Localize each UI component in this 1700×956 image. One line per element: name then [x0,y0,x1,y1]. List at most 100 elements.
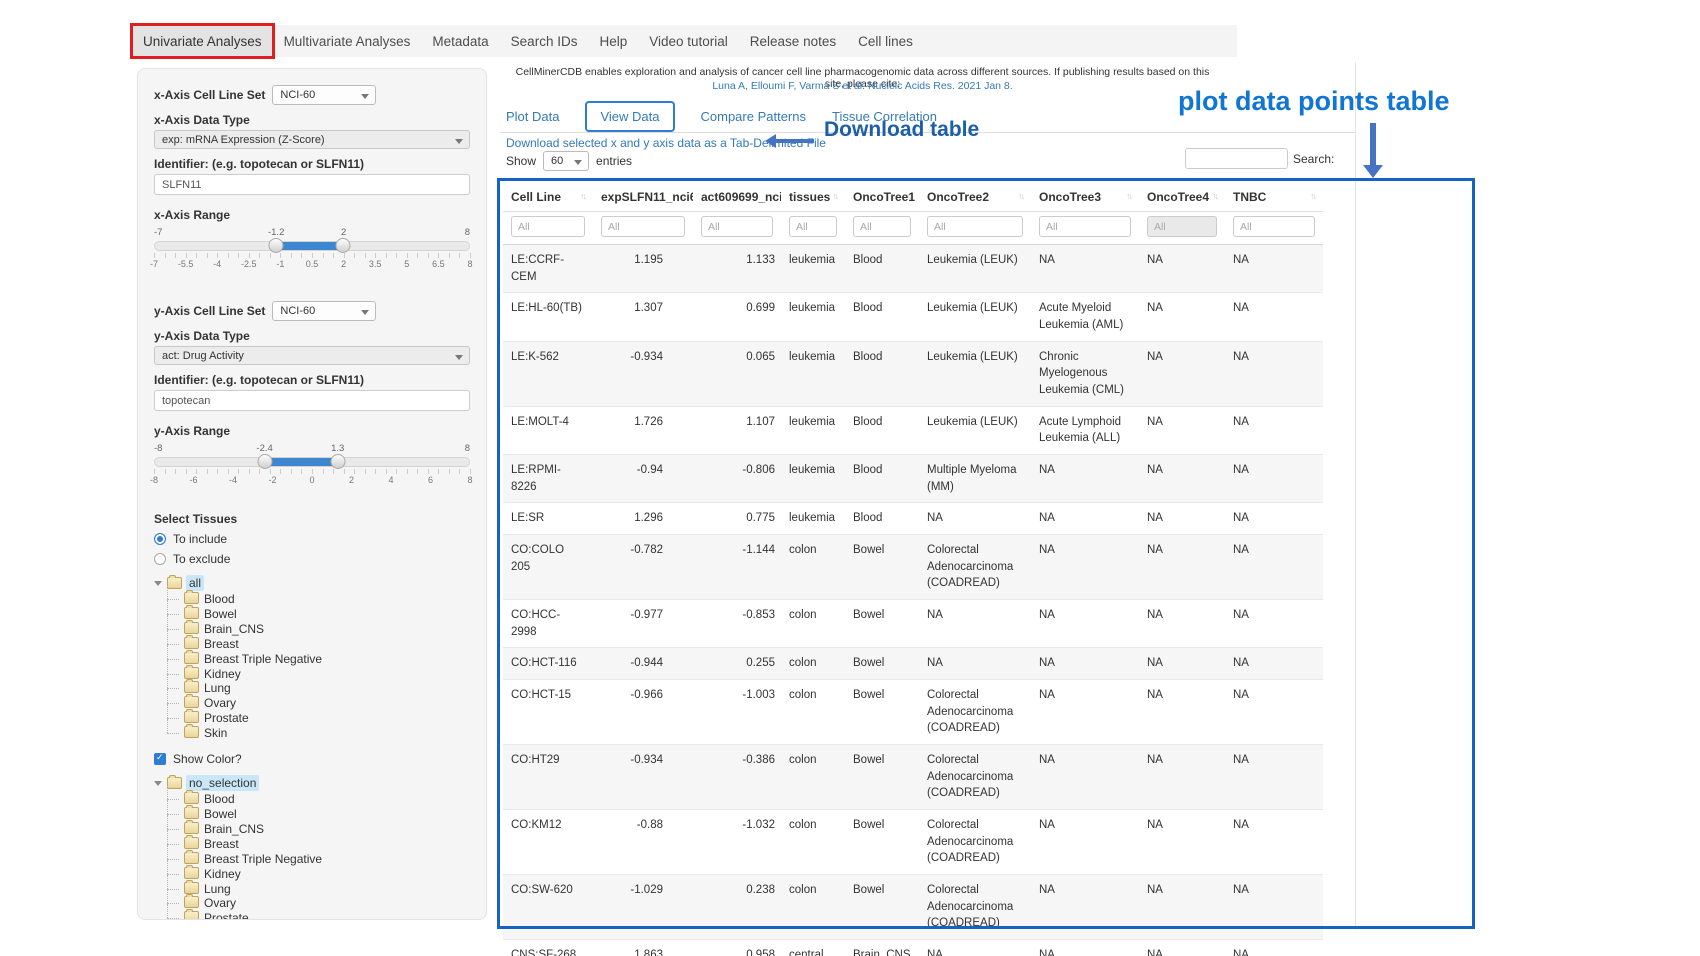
x-axis-data-type-select[interactable]: exp: mRNA Expression (Z-Score) [154,130,470,149]
cell: -1.029 [593,875,693,940]
table-row-le-hl-60-tb[interactable]: LE:HL-60(TB)1.3070.699leukemiaBloodLeuke… [503,293,1323,341]
nav-tab-help[interactable]: Help [588,25,638,57]
column-header-tnbc[interactable]: ↑↓TNBC [1225,181,1323,212]
tree-item-bowel[interactable]: Bowel [167,607,470,622]
filter-input-tissues[interactable] [789,216,837,237]
tree-item-prostate[interactable]: Prostate [167,911,470,920]
tree-item-breast[interactable]: Breast [167,637,470,652]
y-axis-cell-line-set-select[interactable]: NCI-60 [272,301,376,321]
table-row-le-molt-4[interactable]: LE:MOLT-41.7261.107leukemiaBloodLeukemia… [503,406,1323,454]
y-axis-range-slider[interactable]: -8 -2.4 1.3 8 -8-6-4-202468 [154,443,470,491]
tree-item-kidney[interactable]: Kidney [167,867,470,882]
tree-item-brain-cns[interactable]: Brain_CNS [167,622,470,637]
cell: leukemia [781,503,845,535]
column-header-expslfn11-nci60[interactable]: ↑↓expSLFN11_nci60 [593,181,693,212]
cell: -0.806 [693,455,781,503]
table-row-co-hct-116[interactable]: CO:HCT-116-0.9440.255colonBowelNANANANA [503,648,1323,680]
column-header-oncotree2[interactable]: ↑↓OncoTree2 [919,181,1031,212]
expand-icon[interactable] [154,781,162,786]
slider-track[interactable] [154,241,470,251]
filter-input-tnbc[interactable] [1233,216,1315,237]
tree-item-ovary[interactable]: Ovary [167,696,470,711]
table-row-co-hcc-2998[interactable]: CO:HCC-2998-0.977-0.853colonBowelNANANAN… [503,600,1323,648]
x-axis-cell-line-set-select[interactable]: NCI-60 [272,85,376,105]
column-header-oncotree1[interactable]: ↑↓OncoTree1 [845,181,919,212]
slider-handle-from[interactable] [257,454,272,469]
sort-icon[interactable]: ↑↓ [1310,191,1315,201]
x-axis-range-slider[interactable]: -7 -1.2 2 8 -7-5.5-4-2.5-10.523.556.58 [154,227,470,275]
table-row-co-colo-205[interactable]: CO:COLO 205-0.782-1.144colonBowelColorec… [503,535,1323,600]
tissue-include-radio[interactable]: To include [154,532,470,546]
filter-input-act609699-nci60[interactable] [701,216,773,237]
tree-item-blood[interactable]: Blood [167,592,470,607]
tree-item-breast-triple-negative[interactable]: Breast Triple Negative [167,852,470,867]
expand-icon[interactable] [154,581,162,586]
sort-icon[interactable]: ↑↓ [1126,191,1131,201]
annotation-left-arrow-icon [776,139,814,143]
cell: 0.775 [693,503,781,535]
nav-tab-cell-lines[interactable]: Cell lines [847,25,924,57]
column-header-oncotree4[interactable]: ↑↓OncoTree4 [1139,181,1225,212]
slider-handle-to[interactable] [330,454,345,469]
tab-view-data[interactable]: View Data [585,101,674,132]
filter-input-oncotree2[interactable] [927,216,1023,237]
table-row-co-sw-620[interactable]: CO:SW-620-1.0290.238colonBowelColorectal… [503,875,1323,940]
cell: 0.065 [693,341,781,406]
nav-tab-multivariate-analyses[interactable]: Multivariate Analyses [273,25,422,57]
nav-tab-release-notes[interactable]: Release notes [739,25,847,57]
tree-item-blood[interactable]: Blood [167,792,470,807]
table-row-co-km12[interactable]: CO:KM12-0.88-1.032colonBowelColorectal A… [503,810,1323,875]
filter-input-cell-line[interactable] [511,216,585,237]
column-header-tissues[interactable]: ↑↓tissues [781,181,845,212]
y-axis-data-type-select[interactable]: act: Drug Activity [154,346,470,365]
column-header-cell-line[interactable]: ↑↓Cell Line [503,181,593,212]
sort-icon[interactable]: ↑↓ [580,191,585,201]
table-row-co-ht29[interactable]: CO:HT29-0.934-0.386colonBowelColorectal … [503,745,1323,810]
tree-item-prostate[interactable]: Prostate [167,711,470,726]
nav-tab-search-ids[interactable]: Search IDs [500,25,589,57]
tree-item-brain-cns[interactable]: Brain_CNS [167,822,470,837]
table-row-le-ccrf-cem[interactable]: LE:CCRF-CEM1.1951.133leukemiaBloodLeukem… [503,245,1323,293]
column-header-oncotree3[interactable]: ↑↓OncoTree3 [1031,181,1139,212]
y-axis-range-label: y-Axis Range [154,424,470,438]
table-row-cns-sf-268[interactable]: CNS:SF-2681.8630.958central nervous syst… [503,940,1323,956]
nav-tab-univariate-analyses[interactable]: Univariate Analyses [132,25,273,57]
show-color-checkbox[interactable]: Show Color? [154,752,470,766]
tab-plot-data[interactable]: Plot Data [506,109,559,124]
nav-tab-metadata[interactable]: Metadata [421,25,499,57]
tree-item-kidney[interactable]: Kidney [167,667,470,682]
x-identifier-input[interactable] [154,174,470,195]
search-input[interactable] [1185,148,1288,169]
tree-root-all[interactable]: all [154,575,470,591]
filter-input-expslfn11-nci60[interactable] [601,216,685,237]
tree-item-lung[interactable]: Lung [167,681,470,696]
tree-item-ovary[interactable]: Ovary [167,896,470,911]
nav-tab-video-tutorial[interactable]: Video tutorial [638,25,739,57]
table-row-co-hct-15[interactable]: CO:HCT-15-0.966-1.003colonBowelColorecta… [503,680,1323,745]
tree-item-skin[interactable]: Skin [167,726,470,741]
slider-track[interactable] [154,457,470,467]
tab-compare-patterns[interactable]: Compare Patterns [701,109,807,124]
tree-item-lung[interactable]: Lung [167,882,470,897]
tissue-exclude-radio[interactable]: To exclude [154,552,470,566]
y-identifier-input[interactable] [154,390,470,411]
entries-select[interactable]: 60 [543,151,589,171]
tree-item-label: Ovary [204,696,236,710]
sort-icon[interactable]: ↑↓ [1018,191,1023,201]
filter-input-oncotree1[interactable] [853,216,911,237]
filter-input-oncotree3[interactable] [1039,216,1131,237]
table-row-le-k-562[interactable]: LE:K-562-0.9340.065leukemiaBloodLeukemia… [503,341,1323,406]
table-row-le-sr[interactable]: LE:SR1.2960.775leukemiaBloodNANANANA [503,503,1323,535]
table-row-le-rpmi-8226[interactable]: LE:RPMI-8226-0.94-0.806leukemiaBloodMult… [503,455,1323,503]
tree-item-bowel[interactable]: Bowel [167,807,470,822]
sort-icon[interactable]: ↑↓ [1212,191,1217,201]
column-header-act609699-nci60[interactable]: ↑↓act609699_nci60 [693,181,781,212]
citation-link[interactable]: Luna A, Elloumi F, Varma S et al. Nuclei… [505,80,1220,92]
slider-handle-to[interactable] [336,238,351,253]
sort-icon[interactable]: ↑↓ [832,191,837,201]
tree-root-no-selection[interactable]: no_selection [154,775,470,791]
slider-handle-from[interactable] [269,238,284,253]
filter-input-oncotree4[interactable] [1147,216,1217,237]
tree-item-breast-triple-negative[interactable]: Breast Triple Negative [167,652,470,667]
tree-item-breast[interactable]: Breast [167,837,470,852]
